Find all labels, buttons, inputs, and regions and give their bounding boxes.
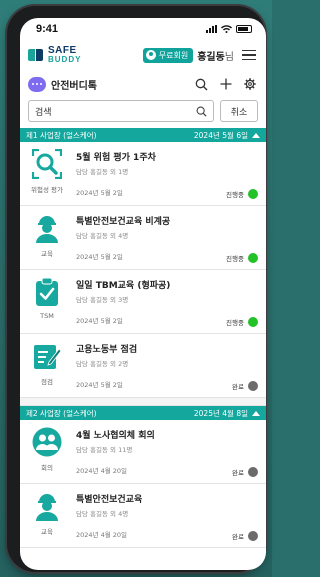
item-category: 회의 [41,464,53,472]
brand-name: 안전버디톡 [51,80,97,92]
list-item[interactable]: 교육 특별안전보건교육 담당 홍길동 외 4명 2024년 4월 20일 완료 [20,484,266,548]
worker-icon [32,490,62,522]
site-header-2[interactable]: 제2 사업장 (얼스케어) 2025년 4월 8일 [20,406,266,420]
app-header: SAFE BUDDY 무료회원 홍길동님 [20,40,266,70]
item-title: 특별안전보건교육 비계공 [76,217,171,227]
status-icons [206,25,252,33]
meeting-icon [32,426,62,458]
logo-line1: SAFE [48,45,77,56]
item-assignee: 담당 홍길동 외 11명 [76,446,133,454]
item-title: 특별안전보건교육 [76,495,143,505]
item-title: 5월 위험 평가 1주차 [76,153,156,163]
signal-icon [206,25,217,33]
chat-bubble-icon [28,76,46,92]
status-badge: 진행중 [226,189,258,199]
search-input[interactable] [35,106,155,116]
item-category: 교육 [41,528,53,536]
collapse-icon[interactable] [252,132,260,138]
status-label: 진행중 [226,191,244,199]
status-label: 완료 [232,469,244,477]
status-dot-icon [248,467,258,477]
item-title: 일일 TBM교육 (형파공) [76,281,171,291]
item-category: 위험성 평가 [31,186,63,194]
item-category: TSM [40,312,54,320]
phone-screen: 9:41 SAFE BUDDY 무료회원 홍길동님 안전버디톡 검색 취소 제1… [20,18,266,570]
status-badge: 진행중 [226,253,258,263]
item-assignee: 담당 홍길동 외 1명 [76,168,129,176]
item-title: 4월 노사협의체 회의 [76,431,155,441]
status-dot-icon [248,531,258,541]
site-name: 제2 사업장 (얼스케어) [26,408,97,418]
site-date: 2024년 5월 6일 [193,130,248,140]
toolbar-icons [195,78,256,91]
member-badge[interactable]: 무료회원 [142,47,194,63]
status-bar: 9:41 [20,18,266,40]
search-icon[interactable] [195,78,208,91]
cancel-button[interactable]: 취소 [220,100,258,122]
status-badge: 완료 [232,531,258,541]
status-dot-icon [248,189,258,199]
status-badge: 완료 [232,467,258,477]
item-category: 점검 [41,378,53,386]
app-logo[interactable]: SAFE BUDDY [28,46,81,64]
member-badge-label: 무료회원 [158,50,189,60]
item-date: 2024년 5월 2일 [76,381,123,389]
list-item[interactable]: TSM 일일 TBM교육 (형파공) 담당 홍길동 외 3명 2024년 5월 … [20,270,266,334]
item-assignee: 담당 홍길동 외 4명 [76,510,129,518]
item-assignee: 담당 홍길동 외 2명 [76,360,129,368]
item-category: 교육 [41,250,53,258]
status-badge: 진행중 [226,317,258,327]
wifi-icon [221,25,232,33]
logo-text: SAFE BUDDY [48,45,82,65]
status-badge: 완료 [232,381,258,391]
item-date: 2024년 5월 2일 [76,317,123,325]
search-row: 취소 [20,98,266,128]
status-label: 완료 [232,383,244,391]
brand: 안전버디톡 [28,76,97,92]
item-date: 2024년 5월 2일 [76,189,123,197]
phone-frame: 9:41 SAFE BUDDY 무료회원 홍길동님 안전버디톡 검색 취소 제1… [7,6,266,572]
item-date: 2024년 5월 2일 [76,253,123,261]
logo-mark-icon [28,47,44,63]
risk-assessment-icon [32,148,62,180]
search-icon[interactable] [196,106,207,117]
inspection-icon [32,340,62,372]
site-name: 제1 사업장 (얼스케어) [26,130,97,140]
item-date: 2024년 4월 20일 [76,467,128,475]
header-right: 무료회원 홍길동님 [142,47,256,63]
plus-icon[interactable] [220,78,232,90]
collapse-icon[interactable] [252,410,260,416]
search-box [28,100,214,122]
clipboard-icon [32,276,62,308]
worker-icon [32,212,62,244]
status-time: 9:41 [36,23,59,35]
list-item[interactable]: 점검 고용노동부 점검 담당 홍길동 외 2명 2024년 5월 2일 완료 [20,334,266,398]
list-item[interactable]: 위험성 평가 5월 위험 평가 1주차 담당 홍길동 외 1명 2024년 5월… [20,142,266,206]
site-header-1[interactable]: 제1 사업장 (얼스케어) 2024년 5월 6일 [20,128,266,142]
section-divider [20,398,266,406]
status-dot-icon [248,253,258,263]
user-icon [145,50,156,60]
menu-icon[interactable] [242,49,256,61]
status-dot-icon [248,317,258,327]
list-item[interactable]: 교육 특별안전보건교육 비계공 담당 홍길동 외 4명 2024년 5월 2일 … [20,206,266,270]
battery-icon [236,25,252,33]
status-dot-icon [248,381,258,391]
status-label: 진행중 [226,255,244,263]
gear-icon[interactable] [244,78,256,90]
user-name: 홍길동님 [197,51,234,63]
list-item[interactable]: 회의 4월 노사협의체 회의 담당 홍길동 외 11명 2024년 4월 20일… [20,420,266,484]
logo-line2: BUDDY [48,55,82,64]
item-assignee: 담당 홍길동 외 4명 [76,232,129,240]
item-date: 2024년 4월 20일 [76,531,128,539]
toolbar: 안전버디톡 [20,70,266,98]
status-label: 진행중 [226,319,244,327]
status-label: 완료 [232,533,244,541]
item-assignee: 담당 홍길동 외 3명 [76,296,129,304]
site-date: 2025년 4월 8일 [193,408,248,418]
item-title: 고용노동부 점검 [76,345,138,355]
